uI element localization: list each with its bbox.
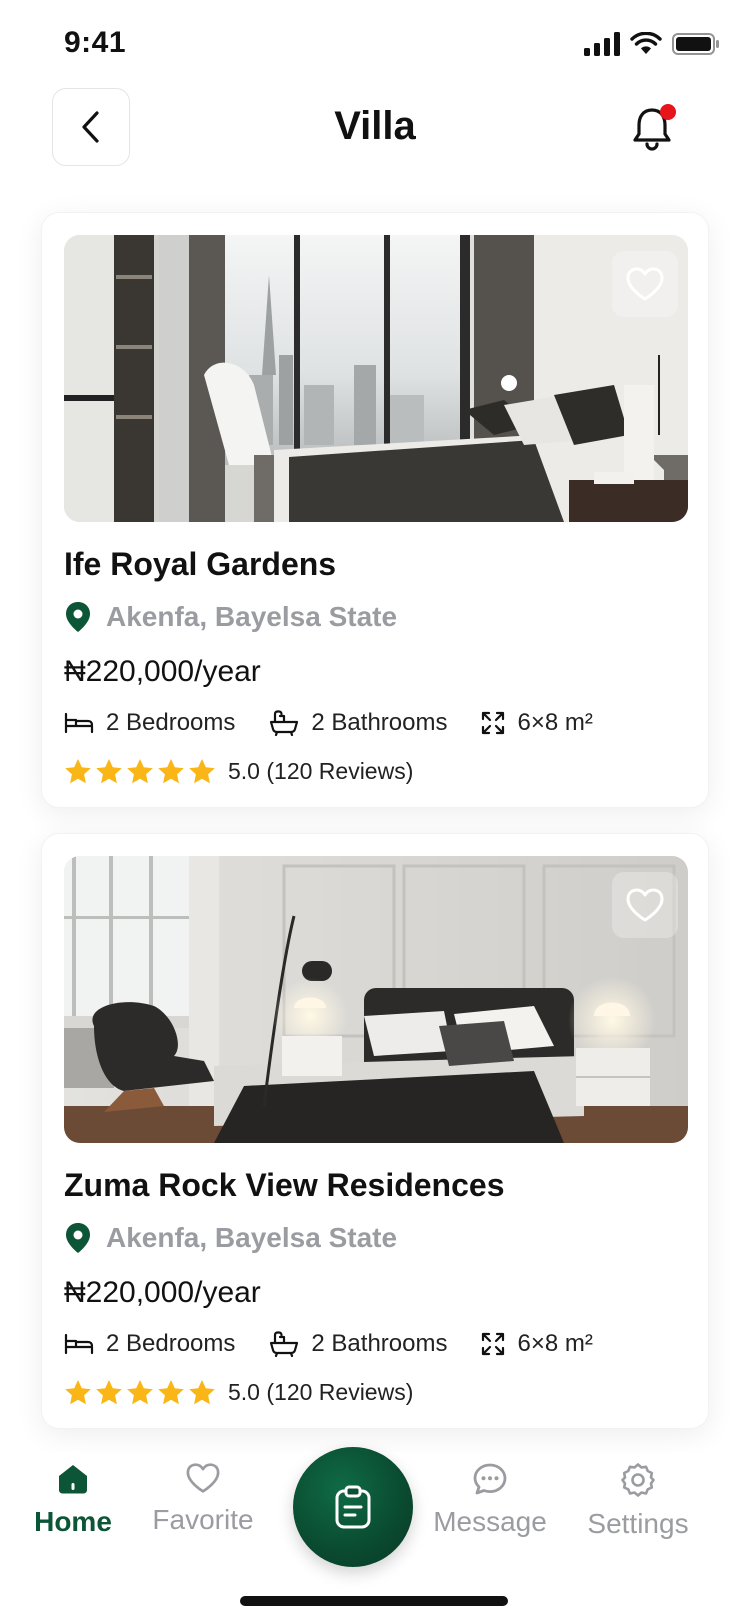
- rating-text: 5.0 (120 Reviews): [228, 1379, 414, 1405]
- star-icon: [158, 1380, 184, 1405]
- expand-icon: [482, 1332, 505, 1356]
- bedrooms-text: 2 Bedrooms: [106, 1330, 236, 1357]
- location-text: Akenfa, Bayelsa State: [106, 601, 398, 632]
- bedroom-photo: [64, 235, 688, 522]
- size-text: 6×8 m²: [517, 709, 593, 736]
- bathrooms-text: 2 Bathrooms: [311, 709, 448, 736]
- cellular-signal-icon: [584, 32, 620, 56]
- listing-location: Akenfa, Bayelsa State: [64, 1222, 397, 1254]
- bathtub-icon: [270, 710, 299, 736]
- rating-stars: [64, 1379, 216, 1406]
- star-icon: [189, 1380, 215, 1405]
- star-icon: [158, 759, 184, 784]
- heart-icon: [186, 1463, 220, 1493]
- home-icon: [59, 1465, 87, 1494]
- bathtub-icon: [270, 1331, 299, 1357]
- feature-size: 6×8 m²: [481, 1330, 593, 1358]
- clipboard-button[interactable]: [293, 1447, 413, 1567]
- star-icon: [96, 759, 122, 784]
- home-indicator: [240, 1596, 508, 1606]
- heart-icon: [626, 888, 664, 922]
- location-text: Akenfa, Bayelsa State: [106, 1222, 398, 1253]
- bedroom-photo: [64, 856, 688, 1143]
- feature-size: 6×8 m²: [481, 709, 593, 737]
- status-icons: [584, 32, 720, 56]
- listing-image[interactable]: [64, 856, 688, 1143]
- star-icon: [127, 759, 153, 784]
- location-pin-icon: [66, 1223, 90, 1253]
- bedrooms-text: 2 Bedrooms: [106, 709, 236, 736]
- listing-image[interactable]: [64, 235, 688, 522]
- listing-rating: 5.0 (120 Reviews): [64, 758, 413, 785]
- star-icon: [96, 1380, 122, 1405]
- star-icon: [65, 759, 91, 784]
- favorite-button[interactable]: [612, 251, 678, 317]
- clipboard-icon: [335, 1485, 371, 1529]
- nav-item-message[interactable]: Message: [420, 1462, 560, 1538]
- bed-icon: [64, 1333, 94, 1355]
- nav-label: Message: [433, 1506, 547, 1537]
- listing-features: 2 Bedrooms 2 Bathrooms 6×8 m²: [64, 1330, 627, 1358]
- nav-item-favorite[interactable]: Favorite: [133, 1462, 273, 1536]
- expand-icon: [482, 711, 505, 735]
- rating-text: 5.0 (120 Reviews): [228, 758, 414, 784]
- feature-bedrooms: 2 Bedrooms: [64, 709, 235, 737]
- favorite-button[interactable]: [612, 872, 678, 938]
- notification-badge: [660, 104, 676, 120]
- chat-icon: [473, 1463, 507, 1495]
- star-icon: [127, 1380, 153, 1405]
- bathrooms-text: 2 Bathrooms: [311, 1330, 448, 1357]
- nav-label: Favorite: [152, 1504, 254, 1535]
- listing-card[interactable]: Ife Royal Gardens Akenfa, Bayelsa State …: [41, 212, 709, 808]
- wifi-icon: [630, 32, 662, 54]
- bed-icon: [64, 712, 94, 734]
- header: Villa: [0, 88, 750, 168]
- heart-icon: [626, 267, 664, 301]
- status-bar: 9:41: [0, 0, 750, 88]
- location-pin-icon: [66, 602, 90, 632]
- listing-card[interactable]: Zuma Rock View Residences Akenfa, Bayels…: [41, 833, 709, 1429]
- rating-stars: [64, 758, 216, 785]
- gear-icon: [621, 1463, 655, 1497]
- nav-item-home[interactable]: Home: [3, 1462, 143, 1538]
- status-time: 9:41: [64, 26, 127, 59]
- listing-title[interactable]: Zuma Rock View Residences: [64, 1167, 504, 1204]
- feature-bedrooms: 2 Bedrooms: [64, 1330, 235, 1358]
- feature-bathrooms: 2 Bathrooms: [269, 1330, 447, 1358]
- nav-label: Settings: [587, 1508, 689, 1539]
- battery-icon: [672, 33, 719, 55]
- listing-price: ₦220,000/year: [64, 1276, 261, 1309]
- star-icon: [65, 1380, 91, 1405]
- size-text: 6×8 m²: [517, 1330, 593, 1357]
- nav-label: Home: [34, 1506, 112, 1537]
- listing-features: 2 Bedrooms 2 Bathrooms 6×8 m²: [64, 709, 627, 737]
- listing-title[interactable]: Ife Royal Gardens: [64, 546, 336, 583]
- notification-button[interactable]: [630, 104, 678, 152]
- listing-price: ₦220,000/year: [64, 655, 261, 688]
- feature-bathrooms: 2 Bathrooms: [269, 709, 447, 737]
- nav-item-settings[interactable]: Settings: [568, 1462, 708, 1540]
- star-icon: [189, 759, 215, 784]
- listing-location: Akenfa, Bayelsa State: [64, 601, 397, 633]
- listing-rating: 5.0 (120 Reviews): [64, 1379, 413, 1406]
